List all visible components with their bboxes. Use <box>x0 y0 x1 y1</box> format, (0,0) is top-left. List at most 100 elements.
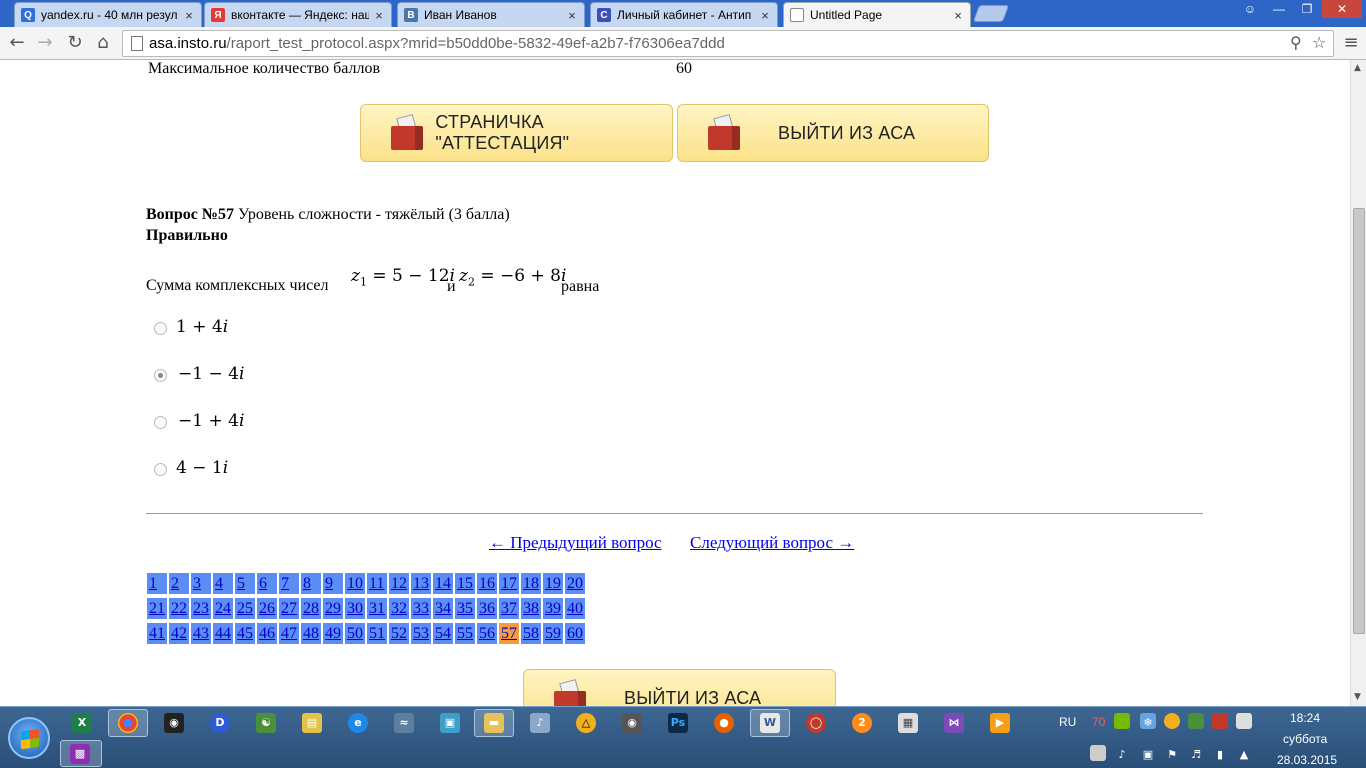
close-tab-icon[interactable]: × <box>566 8 578 23</box>
question-grid-cell[interactable]: 49 <box>323 623 343 644</box>
back-icon[interactable]: ← <box>6 32 28 54</box>
browser-tab[interactable]: В Иван Иванов × <box>397 2 585 27</box>
clock-date[interactable]: 28.03.2015 <box>1277 753 1337 767</box>
exit-button-bottom[interactable]: ВЫЙТИ ИЗ АСА <box>523 669 836 706</box>
window-app-icon[interactable]: ▣ <box>440 713 460 733</box>
question-grid-cell[interactable]: 33 <box>411 598 431 619</box>
winrar-icon[interactable]: ▩ <box>70 744 90 764</box>
question-grid-cell[interactable]: 14 <box>433 573 453 594</box>
question-grid-cell[interactable]: 45 <box>235 623 255 644</box>
chrome-icon[interactable] <box>118 713 138 733</box>
question-grid-cell[interactable]: 58 <box>521 623 541 644</box>
home-icon[interactable]: ⌂ <box>92 32 114 54</box>
question-grid-cell[interactable]: 60 <box>565 623 585 644</box>
question-grid-cell[interactable]: 51 <box>367 623 387 644</box>
visual-studio-icon[interactable]: ⋈ <box>944 713 964 733</box>
app-2-icon[interactable]: 2 <box>852 713 872 733</box>
question-grid-cell[interactable]: 29 <box>323 598 343 619</box>
forward-icon[interactable]: → <box>34 32 56 54</box>
action-center-flag-icon[interactable]: ⚑ <box>1164 745 1180 761</box>
answer-radio[interactable] <box>154 463 167 476</box>
question-grid-cell[interactable]: 7 <box>279 573 299 594</box>
network-signal-icon[interactable]: ▲ <box>1236 745 1252 761</box>
answer-radio[interactable] <box>154 369 167 382</box>
attestation-button[interactable]: СТРАНИЧКА "АТТЕСТАЦИЯ" <box>360 104 673 162</box>
audio-app-icon[interactable]: ♪ <box>530 713 550 733</box>
question-grid-cell[interactable]: 44 <box>213 623 233 644</box>
tray-tool-icon[interactable] <box>1212 713 1228 729</box>
zoom-icon[interactable]: ⚲ <box>1290 33 1302 52</box>
vertical-scrollbar[interactable]: ▲ ▼ <box>1350 60 1366 706</box>
question-grid-cell[interactable]: 30 <box>345 598 365 619</box>
clock-day[interactable]: суббота <box>1283 732 1327 746</box>
question-grid-cell[interactable]: 13 <box>411 573 431 594</box>
camera-icon[interactable]: ◉ <box>622 713 642 733</box>
question-grid-cell[interactable]: 31 <box>367 598 387 619</box>
question-grid-cell[interactable]: 53 <box>411 623 431 644</box>
question-grid-cell[interactable]: 17 <box>499 573 519 594</box>
question-grid-cell[interactable]: 20 <box>565 573 585 594</box>
browser-tab[interactable]: C Личный кабинет - Антип × <box>590 2 778 27</box>
word-icon[interactable]: W <box>760 713 780 733</box>
minimize-button[interactable]: — <box>1266 0 1292 18</box>
speaker-icon[interactable]: ♬ <box>1188 745 1204 761</box>
tray-avast-icon[interactable] <box>1164 713 1180 729</box>
question-grid-cell[interactable]: 19 <box>543 573 563 594</box>
question-grid-cell[interactable]: 48 <box>301 623 321 644</box>
browser-tab[interactable]: Untitled Page × <box>783 2 971 27</box>
question-grid-cell[interactable]: 23 <box>191 598 211 619</box>
question-grid-cell[interactable]: 28 <box>301 598 321 619</box>
tray-volume-icon[interactable]: ♪ <box>1114 745 1130 761</box>
next-question-link[interactable]: Следующий вопрос → <box>690 533 854 553</box>
question-grid-cell[interactable]: 52 <box>389 623 409 644</box>
question-grid-cell[interactable]: 22 <box>169 598 189 619</box>
question-grid-cell[interactable]: 27 <box>279 598 299 619</box>
browser-tab[interactable]: Qyandex.ru - 40 млн резул × <box>14 2 202 27</box>
question-grid-cell[interactable]: 11 <box>367 573 387 594</box>
question-grid-cell[interactable]: 50 <box>345 623 365 644</box>
question-grid-cell[interactable]: 41 <box>147 623 167 644</box>
question-grid-cell[interactable]: 5 <box>235 573 255 594</box>
tray-snowflake-icon[interactable]: ❄ <box>1140 713 1156 729</box>
tray-stack-icon[interactable] <box>1188 713 1204 729</box>
question-grid-cell[interactable]: 54 <box>433 623 453 644</box>
question-grid-cell[interactable]: 46 <box>257 623 277 644</box>
question-grid-cell[interactable]: 42 <box>169 623 189 644</box>
close-tab-icon[interactable]: × <box>759 8 771 23</box>
menu-icon[interactable]: ≡ <box>1340 32 1362 54</box>
question-grid-cell[interactable]: 35 <box>455 598 475 619</box>
close-tab-icon[interactable]: × <box>373 8 385 23</box>
grid-app-icon[interactable]: ▦ <box>898 713 918 733</box>
question-grid-cell[interactable]: 25 <box>235 598 255 619</box>
question-grid-cell[interactable]: 26 <box>257 598 277 619</box>
question-grid-cell[interactable]: 38 <box>521 598 541 619</box>
question-grid-cell[interactable]: 10 <box>345 573 365 594</box>
nvidia-icon[interactable] <box>1114 713 1130 729</box>
bookmark-star-icon[interactable]: ☆ <box>1312 33 1326 52</box>
scroll-down-icon[interactable]: ▼ <box>1354 692 1361 702</box>
photoshop-icon[interactable]: Ps <box>668 713 688 733</box>
new-tab-button[interactable] <box>972 5 1010 22</box>
clock-time[interactable]: 18:24 <box>1290 711 1320 725</box>
scroll-up-icon[interactable]: ▲ <box>1354 63 1361 73</box>
maximize-button[interactable]: ❐ <box>1294 0 1320 18</box>
address-bar[interactable]: asa.insto.ru/raport_test_protocol.aspx?m… <box>122 30 1334 57</box>
question-grid-cell[interactable]: 39 <box>543 598 563 619</box>
scrollbar-thumb[interactable] <box>1353 208 1365 634</box>
notes-icon[interactable]: ▤ <box>302 713 322 733</box>
question-grid-cell[interactable]: 2 <box>169 573 189 594</box>
question-grid-cell[interactable]: 3 <box>191 573 211 594</box>
network-app-icon[interactable]: ☯ <box>256 713 276 733</box>
question-grid-cell[interactable]: 55 <box>455 623 475 644</box>
question-grid-cell[interactable]: 47 <box>279 623 299 644</box>
app-d-icon[interactable]: D <box>210 713 230 733</box>
browser-tab[interactable]: Явконтакте — Яндекс: наш × <box>204 2 392 27</box>
user-icon[interactable]: ☺ <box>1238 0 1262 18</box>
power-icon[interactable]: ▮ <box>1212 745 1228 761</box>
question-grid-cell[interactable]: 34 <box>433 598 453 619</box>
exit-button-top[interactable]: ВЫЙТИ ИЗ АСА <box>677 104 989 162</box>
firefox-icon[interactable]: ● <box>714 713 734 733</box>
prev-question-link[interactable]: ← Предыдущий вопрос <box>489 533 662 553</box>
question-grid-cell[interactable]: 12 <box>389 573 409 594</box>
tray-counter[interactable]: 70 <box>1092 715 1105 729</box>
